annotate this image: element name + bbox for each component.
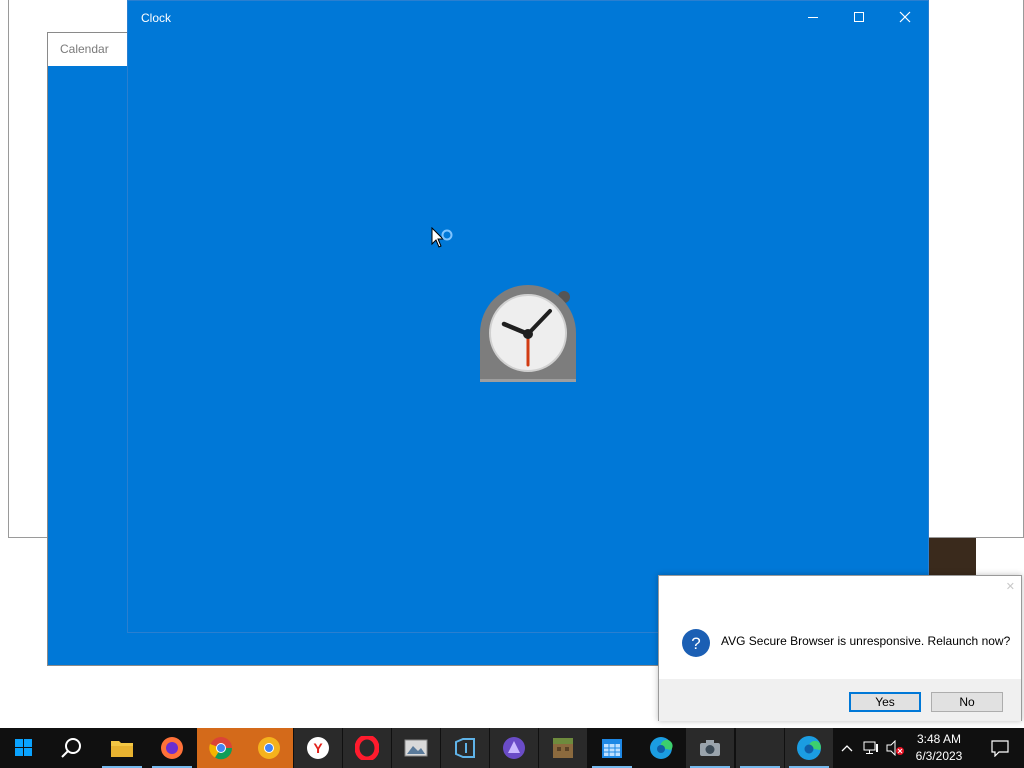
maximize-button[interactable] — [836, 1, 882, 33]
taskbar-time: 3:48 AM — [916, 732, 962, 746]
taskbar-date: 6/3/2023 — [915, 749, 963, 763]
chrome-canary-icon — [258, 737, 280, 759]
calendar-title: Calendar — [60, 42, 109, 56]
taskbar: Y 3:48 AM 6/3/2023 — [0, 728, 1024, 768]
taskbar-pinnacle[interactable] — [490, 728, 538, 768]
volume-tray[interactable] — [883, 728, 907, 768]
dialog-close-icon[interactable]: ✕ — [1006, 580, 1015, 593]
network-icon — [863, 741, 878, 754]
notifications-icon — [991, 740, 1009, 757]
network-tray[interactable] — [860, 728, 882, 768]
windows-start-icon — [15, 739, 32, 756]
busy-cursor-icon — [431, 227, 453, 248]
photos-viewer-icon — [404, 739, 428, 757]
taskbar-camera[interactable] — [686, 728, 734, 768]
yes-button[interactable]: Yes — [849, 692, 921, 712]
background-thumbnail — [928, 538, 976, 578]
no-button[interactable]: No — [931, 692, 1003, 712]
chrome-icon — [209, 737, 233, 760]
pinnacle-icon — [503, 737, 525, 759]
taskbar-yandex[interactable]: Y — [294, 728, 342, 768]
taskbar-photos[interactable] — [392, 728, 440, 768]
clock-title: Clock — [141, 11, 172, 25]
taskbar-file-explorer[interactable] — [98, 728, 146, 768]
opera-icon — [355, 736, 379, 760]
minimize-button[interactable] — [790, 1, 836, 33]
taskbar-blank-app[interactable] — [736, 728, 784, 768]
edge-icon — [650, 737, 673, 759]
taskbar-visual-studio[interactable] — [441, 728, 489, 768]
svg-text:?: ? — [691, 634, 700, 653]
search-icon — [61, 738, 81, 758]
start-button[interactable] — [0, 728, 48, 768]
yandex-browser-icon: Y — [307, 737, 329, 759]
taskbar-chrome-canary[interactable] — [245, 728, 293, 768]
relaunch-dialog[interactable]: ✕ ? AVG Secure Browser is unresponsive. … — [658, 575, 1022, 721]
taskbar-clock[interactable]: 3:48 AM 6/3/2023 — [906, 731, 972, 765]
taskbar-edge[interactable] — [637, 728, 685, 768]
taskbar-edge-beta[interactable] — [785, 728, 833, 768]
clock-titlebar[interactable]: Clock — [128, 1, 928, 33]
maximize-icon — [854, 12, 864, 22]
file-explorer-icon — [111, 741, 133, 757]
show-hidden-icons-button[interactable] — [836, 728, 858, 768]
taskbar-chrome[interactable] — [197, 728, 245, 768]
visual-studio-icon — [455, 738, 475, 758]
taskbar-opera[interactable] — [343, 728, 391, 768]
svg-text:Y: Y — [313, 740, 323, 756]
close-button[interactable] — [882, 1, 928, 33]
taskbar-minecraft[interactable] — [539, 728, 587, 768]
volume-muted-icon — [886, 740, 904, 756]
clock-window[interactable]: Clock — [127, 0, 929, 633]
edge-beta-icon — [797, 736, 821, 760]
search-button[interactable] — [48, 728, 96, 768]
close-icon — [899, 11, 911, 23]
dialog-message: AVG Secure Browser is unresponsive. Rela… — [721, 634, 1011, 648]
action-center-button[interactable] — [976, 728, 1024, 768]
calendar-icon — [602, 739, 622, 758]
minecraft-icon — [553, 738, 573, 758]
firefox-icon — [161, 737, 183, 759]
camera-icon — [700, 740, 720, 756]
taskbar-calendar[interactable] — [588, 728, 636, 768]
question-icon: ? — [682, 629, 710, 657]
alarm-clock-icon — [480, 285, 576, 382]
chevron-up-icon — [841, 745, 853, 752]
taskbar-firefox[interactable] — [148, 728, 196, 768]
dialog-footer: Yes No — [659, 679, 1021, 721]
minimize-icon — [808, 17, 818, 18]
